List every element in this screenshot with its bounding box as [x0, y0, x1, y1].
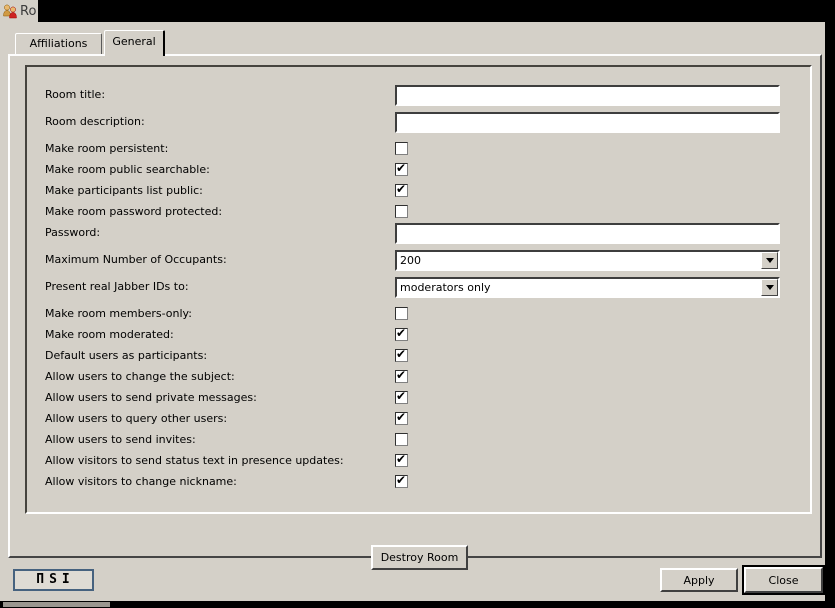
room-title-field-label: Room title:	[45, 85, 395, 105]
form-row: Allow users to query other users:	[45, 409, 810, 430]
psi-logo: ПSI	[13, 569, 94, 591]
real-jids-select-label: Present real Jabber IDs to:	[45, 277, 395, 297]
form-row: Present real Jabber IDs to:moderators on…	[45, 277, 810, 304]
max-occupants-select[interactable]: 200	[395, 250, 780, 271]
form-row: Allow users to change the subject:	[45, 367, 810, 388]
close-button[interactable]: Close	[744, 567, 823, 593]
form-row: Make participants list public:	[45, 181, 810, 202]
password-field[interactable]	[395, 223, 780, 244]
visitor-status-checkbox-label: Allow visitors to send status text in pr…	[45, 451, 395, 471]
form-row: Allow visitors to change nickname:	[45, 472, 810, 493]
form-row: Default users as participants:	[45, 346, 810, 367]
destroy-room-button[interactable]: Destroy Room	[371, 545, 468, 570]
room-configuration-window: Ro Affiliations General Room title:Room …	[0, 0, 835, 608]
password-field-label: Password:	[45, 223, 395, 243]
room-title-field[interactable]	[395, 85, 780, 106]
query-users-checkbox[interactable]	[395, 412, 408, 425]
send-invites-checkbox[interactable]	[395, 433, 408, 446]
group-chat-icon	[2, 3, 18, 19]
password-protected-checkbox-label: Make room password protected:	[45, 202, 395, 222]
change-subject-checkbox-label: Allow users to change the subject:	[45, 367, 395, 387]
form-rows: Room title: Room description: Make room pe…	[45, 85, 810, 493]
window-title: Ro	[20, 4, 36, 19]
form-row: Make room persistent:	[45, 139, 810, 160]
password-protected-checkbox[interactable]	[395, 205, 408, 218]
query-users-checkbox-label: Allow users to query other users:	[45, 409, 395, 429]
apply-button[interactable]: Apply	[660, 568, 738, 592]
form-row: Password:	[45, 223, 810, 250]
room-description-field[interactable]	[395, 112, 780, 133]
moderated-checkbox[interactable]	[395, 328, 408, 341]
tab-pane-general: Room title: Room description: Make room pe…	[8, 54, 822, 558]
titlebar[interactable]: Ro	[0, 0, 835, 22]
public-searchable-checkbox-label: Make room public searchable:	[45, 160, 395, 180]
form-row: Allow visitors to send status text in pr…	[45, 451, 810, 472]
default-participants-checkbox-label: Default users as participants:	[45, 346, 395, 366]
members-only-checkbox[interactable]	[395, 307, 408, 320]
public-searchable-checkbox[interactable]	[395, 163, 408, 176]
default-participants-checkbox[interactable]	[395, 349, 408, 362]
members-only-checkbox-label: Make room members-only:	[45, 304, 395, 324]
max-occupants-select-label: Maximum Number of Occupants:	[45, 250, 395, 270]
visitor-nickname-checkbox-label: Allow visitors to change nickname:	[45, 472, 395, 492]
change-subject-checkbox[interactable]	[395, 370, 408, 383]
participants-public-checkbox[interactable]	[395, 184, 408, 197]
tab-general[interactable]: General	[104, 30, 165, 56]
form-row: Allow users to send private messages:	[45, 388, 810, 409]
form-row: Make room moderated:	[45, 325, 810, 346]
window-body: Affiliations General Room title: Room des…	[0, 22, 825, 601]
resize-strip	[3, 602, 110, 607]
form-row: Make room public searchable:	[45, 160, 810, 181]
persistent-checkbox-label: Make room persistent:	[45, 139, 395, 159]
chevron-down-icon[interactable]	[761, 279, 778, 296]
form-row: Maximum Number of Occupants:200	[45, 250, 810, 277]
room-description-field-label: Room description:	[45, 112, 395, 132]
form-row: Make room password protected:	[45, 202, 810, 223]
private-messages-checkbox[interactable]	[395, 391, 408, 404]
send-invites-checkbox-label: Allow users to send invites:	[45, 430, 395, 450]
dropdown-arrow-icon	[766, 285, 774, 290]
max-occupants-select-value: 200	[397, 252, 761, 269]
real-jids-select-value: moderators only	[397, 279, 761, 296]
visitor-status-checkbox[interactable]	[395, 454, 408, 467]
room-config-groupbox: Room title: Room description: Make room pe…	[25, 65, 812, 514]
private-messages-checkbox-label: Allow users to send private messages:	[45, 388, 395, 408]
form-row: Room description:	[45, 112, 810, 139]
participants-public-checkbox-label: Make participants list public:	[45, 181, 395, 201]
dropdown-arrow-icon	[766, 258, 774, 263]
close-button-default-frame: Close	[742, 565, 825, 595]
visitor-nickname-checkbox[interactable]	[395, 475, 408, 488]
tab-affiliations[interactable]: Affiliations	[15, 33, 102, 54]
persistent-checkbox[interactable]	[395, 142, 408, 155]
moderated-checkbox-label: Make room moderated:	[45, 325, 395, 345]
form-row: Room title:	[45, 85, 810, 112]
form-row: Allow users to send invites:	[45, 430, 810, 451]
real-jids-select[interactable]: moderators only	[395, 277, 780, 298]
form-row: Make room members-only:	[45, 304, 810, 325]
chevron-down-icon[interactable]	[761, 252, 778, 269]
titlebar-left: Ro	[0, 0, 38, 22]
